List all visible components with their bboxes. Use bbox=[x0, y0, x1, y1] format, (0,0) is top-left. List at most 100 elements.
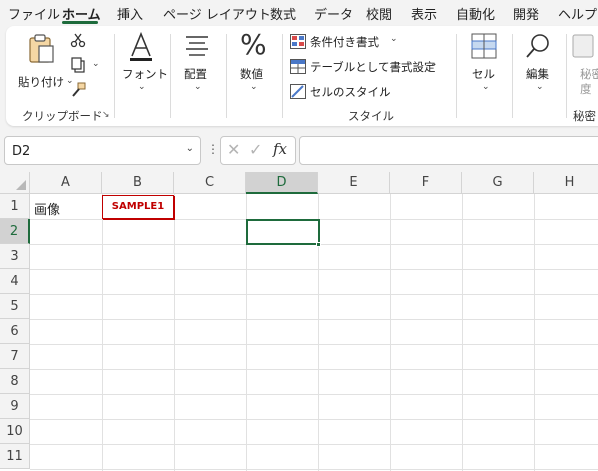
more-options-icon[interactable]: ⋮ bbox=[207, 142, 219, 156]
ribbon-separator bbox=[114, 34, 115, 118]
row-header-1[interactable]: 1 bbox=[0, 194, 30, 219]
grid-line bbox=[390, 194, 391, 471]
row-header-7[interactable]: 7 bbox=[0, 344, 30, 369]
formula-bar: D2 ⌄ ⋮ ✕ ✓ fx bbox=[0, 130, 598, 170]
grid-line bbox=[30, 469, 598, 470]
cell-styles-icon bbox=[290, 84, 306, 99]
grid-line bbox=[30, 419, 598, 420]
menu-formulas[interactable]: 数式 bbox=[270, 4, 296, 23]
cell-styles-label: セルのスタイル bbox=[310, 85, 391, 99]
ribbon-separator bbox=[456, 34, 457, 118]
menu-data[interactable]: データ bbox=[314, 4, 353, 23]
editing-chevron-icon: ⌄ bbox=[536, 82, 544, 92]
menu-insert[interactable]: 挿入 bbox=[117, 4, 143, 23]
name-box[interactable]: D2 ⌄ bbox=[4, 136, 201, 165]
ribbon-separator bbox=[170, 34, 171, 118]
menu-file[interactable]: ファイル bbox=[8, 4, 60, 23]
select-all-button[interactable] bbox=[0, 172, 30, 194]
column-header-a[interactable]: A bbox=[30, 172, 102, 194]
alignment-label: 配置 bbox=[184, 67, 207, 81]
grid-line bbox=[174, 194, 175, 471]
copy-icon[interactable] bbox=[70, 57, 86, 73]
menu-help[interactable]: ヘルプ bbox=[558, 4, 597, 23]
ribbon-separator bbox=[282, 34, 283, 118]
row-header-6[interactable]: 6 bbox=[0, 319, 30, 344]
cancel-icon[interactable]: ✕ bbox=[227, 140, 240, 159]
column-header-c[interactable]: C bbox=[174, 172, 246, 194]
name-box-value: D2 bbox=[12, 144, 31, 159]
row-header-2[interactable]: 2 bbox=[0, 219, 30, 244]
font-icon bbox=[130, 32, 152, 61]
menu-view[interactable]: 表示 bbox=[411, 4, 437, 23]
ribbon-separator bbox=[566, 34, 567, 118]
sample-image[interactable]: SAMPLE1 bbox=[102, 195, 174, 219]
grid-line bbox=[30, 269, 598, 270]
formula-input[interactable] bbox=[299, 136, 598, 165]
menu-page-layout[interactable]: ページ レイアウト bbox=[163, 4, 271, 23]
alignment-button[interactable]: 配置 ⌄ bbox=[174, 30, 220, 100]
copy-chevron-icon[interactable]: ⌄ bbox=[92, 59, 100, 69]
cell-styles-chevron-icon: ⌄ bbox=[380, 84, 388, 94]
alignment-chevron-icon: ⌄ bbox=[194, 82, 202, 92]
number-button[interactable]: % 数値 ⌄ bbox=[230, 28, 276, 100]
format-as-table-icon bbox=[290, 59, 306, 74]
conditional-formatting-chevron-icon: ⌄ bbox=[390, 34, 398, 44]
grid-line bbox=[30, 319, 598, 320]
column-header-d[interactable]: D bbox=[246, 172, 318, 194]
grid-line bbox=[30, 369, 598, 370]
font-chevron-icon: ⌄ bbox=[138, 82, 146, 92]
ribbon-separator bbox=[226, 34, 227, 118]
ribbon-separator bbox=[512, 34, 513, 118]
menu-developer[interactable]: 開発 bbox=[513, 4, 539, 23]
cell-styles-button[interactable]: セルのスタイル ⌄ bbox=[290, 82, 410, 102]
row-header-8[interactable]: 8 bbox=[0, 369, 30, 394]
column-header-h[interactable]: H bbox=[534, 172, 598, 194]
column-header-f[interactable]: F bbox=[390, 172, 462, 194]
menu-review[interactable]: 校閲 bbox=[366, 4, 392, 23]
format-as-table-label: テーブルとして書式設定 bbox=[310, 60, 436, 74]
sensitivity-button[interactable]: 秘密 度 bbox=[570, 30, 598, 100]
paste-button[interactable]: 貼り付け ⌄ bbox=[14, 32, 74, 94]
grid-line bbox=[30, 294, 598, 295]
sensitivity-group-label: 秘密 bbox=[573, 109, 596, 123]
grid-line bbox=[462, 194, 463, 471]
menu-bar: ファイル ホーム 挿入 ページ レイアウト 数式 データ 校閲 表示 自動化 開… bbox=[0, 0, 598, 24]
row-header-3[interactable]: 3 bbox=[0, 244, 30, 269]
name-box-chevron-icon[interactable]: ⌄ bbox=[186, 143, 194, 154]
row-header-5[interactable]: 5 bbox=[0, 294, 30, 319]
column-header-g[interactable]: G bbox=[462, 172, 534, 194]
conditional-formatting-icon bbox=[290, 34, 306, 49]
row-header-10[interactable]: 10 bbox=[0, 419, 30, 444]
menu-automate[interactable]: 自動化 bbox=[456, 4, 495, 23]
styles-group-label: スタイル bbox=[348, 109, 394, 123]
cut-icon[interactable] bbox=[70, 32, 86, 48]
formula-buttons: ✕ ✓ fx bbox=[220, 136, 296, 165]
conditional-formatting-button[interactable]: 条件付き書式 ⌄ bbox=[290, 32, 410, 52]
confirm-icon[interactable]: ✓ bbox=[249, 140, 262, 159]
conditional-formatting-label: 条件付き書式 bbox=[310, 35, 379, 49]
clipboard-launcher-icon[interactable]: ↘ bbox=[102, 110, 110, 120]
row-header-11[interactable]: 11 bbox=[0, 444, 30, 469]
cell-a1[interactable]: 画像 bbox=[34, 199, 60, 218]
row-header-9[interactable]: 9 bbox=[0, 394, 30, 419]
grid-line bbox=[30, 444, 598, 445]
sensitivity-label-line1: 秘密 bbox=[580, 67, 598, 81]
column-header-e[interactable]: E bbox=[318, 172, 390, 194]
format-painter-icon[interactable] bbox=[70, 82, 86, 98]
column-header-b[interactable]: B bbox=[102, 172, 174, 194]
row-header-4[interactable]: 4 bbox=[0, 269, 30, 294]
fill-handle[interactable] bbox=[316, 242, 321, 247]
spreadsheet-grid: A B C D E F G H 1 2 3 4 5 6 7 8 9 10 11 … bbox=[0, 172, 598, 471]
active-cell-d2[interactable] bbox=[246, 219, 320, 245]
grid-line bbox=[30, 344, 598, 345]
cells-icon bbox=[471, 33, 497, 59]
font-button[interactable]: フォント ⌄ bbox=[118, 30, 168, 100]
grid-line bbox=[102, 194, 103, 471]
insert-function-button[interactable]: fx bbox=[273, 140, 287, 158]
number-chevron-icon: ⌄ bbox=[250, 82, 258, 92]
cells-button[interactable]: セル ⌄ bbox=[462, 30, 508, 100]
cells-label: セル bbox=[472, 67, 495, 81]
format-as-table-button[interactable]: テーブルとして書式設定 ⌄ bbox=[290, 57, 450, 77]
editing-button[interactable]: 編集 ⌄ bbox=[516, 30, 562, 100]
search-icon bbox=[526, 34, 549, 58]
